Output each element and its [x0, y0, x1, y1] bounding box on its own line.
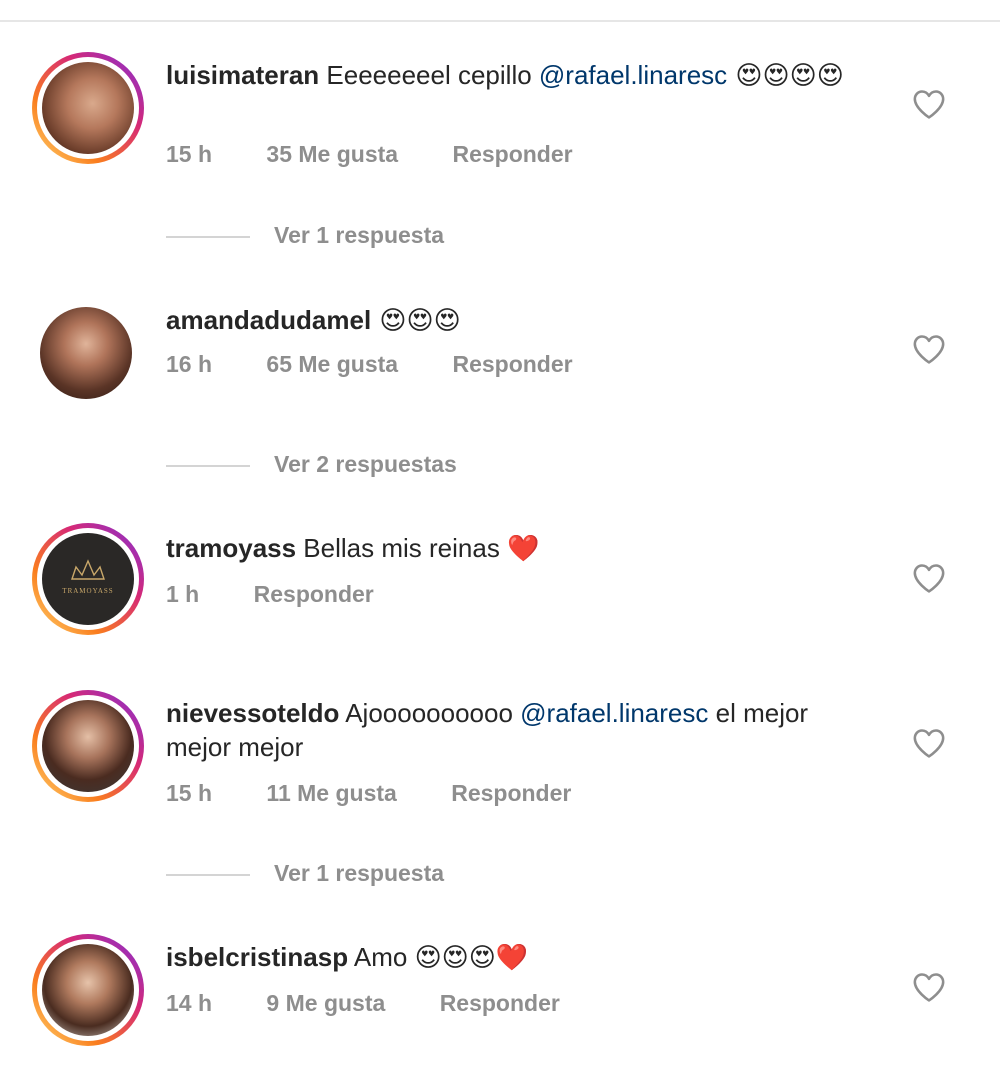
comment-text: Bellas mis reinas [296, 533, 508, 563]
comment-time: 15 h [166, 780, 213, 806]
replies-divider [166, 873, 250, 876]
view-replies-button[interactable]: Ver 1 respuesta [166, 222, 444, 249]
view-replies-label[interactable]: Ver 1 respuesta [274, 860, 444, 886]
avatar [42, 62, 134, 154]
comment-text: Ajoooooooooo [339, 698, 521, 728]
reply-button[interactable]: Responder [451, 780, 571, 806]
comment-time: 15 h [166, 141, 213, 167]
heart-outline-icon[interactable] [912, 88, 946, 120]
replies-divider [166, 464, 250, 467]
reply-button[interactable]: Responder [254, 581, 374, 607]
comment-time: 1 h [166, 581, 200, 607]
view-replies-label[interactable]: Ver 1 respuesta [274, 222, 444, 248]
comment-text: Eeeeeeeel cepillo [326, 60, 539, 90]
reply-button[interactable]: Responder [452, 351, 572, 377]
comment-username[interactable]: nievessoteldo [166, 698, 339, 728]
avatar-story-ring[interactable]: TRAMOYASS [32, 523, 144, 635]
comment-username[interactable]: luisimateran [166, 60, 319, 90]
avatar [42, 700, 134, 792]
crown-logo-icon: TRAMOYASS [62, 559, 113, 595]
comment-time: 16 h [166, 351, 213, 377]
comment-mention[interactable]: @rafael.linaresc [520, 698, 708, 728]
comment-likes[interactable]: 9 Me gusta [266, 990, 385, 1016]
comment-username[interactable]: tramoyass [166, 533, 296, 563]
avatar: TRAMOYASS [42, 533, 134, 625]
comment-emoji: 😍😍😍 [371, 306, 461, 336]
comment-likes[interactable]: 35 Me gusta [266, 141, 398, 167]
comment-meta: 14 h 9 Me gusta Responder [166, 990, 608, 1017]
comment-likes[interactable]: 65 Me gusta [266, 351, 398, 377]
reply-button[interactable]: Responder [440, 990, 560, 1016]
comment-text: Amo [348, 942, 415, 972]
view-replies-label[interactable]: Ver 2 respuestas [274, 451, 457, 477]
view-replies-button[interactable]: Ver 1 respuesta [166, 860, 444, 887]
comment-emoji: ❤️ [507, 534, 540, 564]
replies-divider [166, 235, 250, 238]
heart-outline-icon[interactable] [912, 333, 946, 365]
comment-likes[interactable]: 11 Me gusta [266, 780, 396, 806]
comment-time: 14 h [166, 990, 213, 1016]
comment-username[interactable]: amandadudamel [166, 305, 371, 335]
comment-username[interactable]: isbelcristinasp [166, 942, 348, 972]
avatar-story-ring[interactable] [32, 52, 144, 164]
comment-meta: 1 h Responder [166, 581, 422, 608]
avatar-logo-text: TRAMOYASS [62, 587, 113, 595]
heart-outline-icon[interactable] [912, 971, 946, 1003]
top-divider [0, 20, 1000, 22]
comment-body: luisimateran Eeeeeeeel cepillo @rafael.l… [166, 58, 866, 93]
reply-button[interactable]: Responder [452, 141, 572, 167]
comment-mention[interactable]: @rafael.linaresc [539, 60, 727, 90]
comment-meta: 15 h 11 Me gusta Responder [166, 780, 619, 807]
view-replies-button[interactable]: Ver 2 respuestas [166, 451, 457, 478]
comment-body: nievessoteldo Ajoooooooooo @rafael.linar… [166, 696, 866, 764]
comment-emoji: 😍😍😍😍 [727, 61, 844, 91]
comment-emoji: 😍😍😍❤️ [414, 943, 529, 973]
avatar [42, 944, 134, 1036]
comment-body: amandadudamel 😍😍😍 [166, 303, 866, 338]
heart-outline-icon[interactable] [912, 727, 946, 759]
avatar-story-ring[interactable] [32, 690, 144, 802]
comment-body: isbelcristinasp Amo 😍😍😍❤️ [166, 940, 866, 975]
comment-meta: 15 h 35 Me gusta Responder [166, 141, 621, 168]
comment-meta: 16 h 65 Me gusta Responder [166, 351, 621, 378]
avatar-story-ring[interactable] [32, 934, 144, 1046]
comment-body: tramoyass Bellas mis reinas ❤️ [166, 531, 866, 566]
avatar[interactable] [40, 307, 132, 399]
heart-outline-icon[interactable] [912, 562, 946, 594]
